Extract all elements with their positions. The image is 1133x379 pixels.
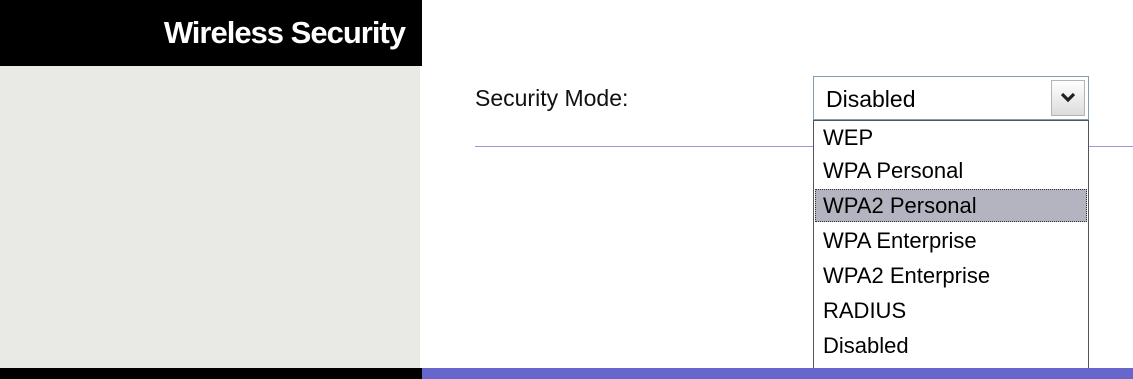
chevron-down-icon	[1060, 92, 1076, 103]
footer-bar-right	[422, 368, 1133, 379]
security-mode-label: Security Mode:	[475, 85, 629, 111]
security-mode-options-list: WEP WPA Personal WPA2 Personal WPA Enter…	[813, 120, 1089, 370]
security-mode-selected-value: Disabled	[826, 86, 916, 112]
option-disabled[interactable]: Disabled	[815, 330, 1087, 363]
section-header: Wireless Security	[0, 0, 422, 66]
security-mode-select[interactable]: Disabled	[813, 76, 1089, 120]
option-wpa-personal[interactable]: WPA Personal	[815, 155, 1087, 188]
option-wpa-enterprise[interactable]: WPA Enterprise	[815, 225, 1087, 258]
dropdown-arrow-button[interactable]	[1051, 80, 1085, 116]
footer-bar-left	[0, 368, 422, 379]
option-wpa2-personal[interactable]: WPA2 Personal	[815, 189, 1087, 222]
option-wep[interactable]: WEP	[815, 122, 1087, 155]
option-wpa2-enterprise[interactable]: WPA2 Enterprise	[815, 260, 1087, 293]
option-radius[interactable]: RADIUS	[815, 295, 1087, 328]
column-divider	[420, 66, 422, 368]
